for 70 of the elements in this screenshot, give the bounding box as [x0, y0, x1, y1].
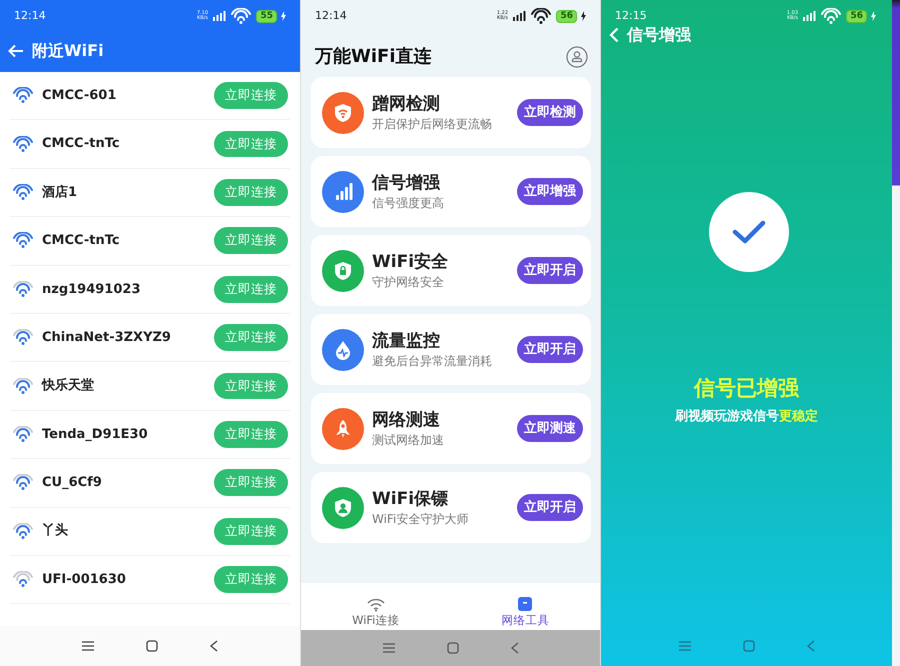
result-message: 刷视频玩游戏信号更稳定 [674, 408, 819, 426]
tool-card[interactable]: 信号增强 信号强度更高 立即增强 [311, 156, 591, 227]
tool-description: 开启保护后网络更流畅 [372, 116, 492, 132]
status-time: 12:14 [14, 8, 46, 24]
charging-icon [581, 11, 586, 21]
wifi-icon [366, 598, 385, 612]
back-icon[interactable] [210, 640, 218, 652]
network-name: 快乐天堂 [42, 376, 95, 396]
network-name: nzg19491023 [42, 280, 142, 298]
shield-wifi-icon [333, 102, 353, 122]
network-name: CMCC-tnTc [42, 232, 121, 250]
nav-tab[interactable]: 网络工具 [450, 583, 600, 630]
network-name: ChinaNet-3ZXYZ9 [42, 328, 172, 347]
tool-card[interactable]: WiFi安全 守护网络安全 立即开启 [311, 235, 591, 306]
status-time: 12:15 [615, 8, 647, 24]
wifi-status-icon [820, 8, 842, 24]
tool-description: 信号强度更高 [372, 194, 444, 212]
app-title: 万能WiFi直连 [315, 45, 432, 69]
back-arrow-icon[interactable] [8, 44, 24, 58]
network-name: 酒店1 [42, 184, 78, 202]
tool-card[interactable]: 网络测速 测试网络加速 立即测速 [311, 393, 591, 464]
signal-icon [513, 11, 526, 21]
battery-level: 56 [556, 10, 577, 22]
shield-person-icon [333, 498, 353, 518]
menu-icon[interactable] [82, 641, 94, 651]
charging-icon [281, 11, 286, 21]
action-button[interactable]: 立即测速 [517, 414, 583, 442]
tool-title: WiFi安全 [372, 250, 448, 272]
status-time: 12:14 [315, 8, 347, 24]
action-button[interactable]: 立即检测 [517, 98, 583, 126]
shield-lock-icon [333, 260, 353, 280]
network-name: CU_6Cf9 [42, 474, 103, 492]
rocket-icon [333, 418, 353, 438]
home-icon[interactable] [146, 640, 158, 652]
network-name: UFI-001630 [42, 570, 127, 589]
network-name: CMCC-tnTc [42, 135, 121, 154]
signal-bars-icon [333, 182, 353, 202]
profile-icon[interactable] [566, 46, 588, 68]
action-button[interactable]: 立即开启 [517, 336, 583, 364]
tool-card[interactable]: 蹭网检测 开启保护后网络更流畅 立即检测 [311, 77, 591, 148]
tool-description: WiFi安全守护大师 [372, 510, 468, 528]
tool-title: WiFi保镖 [372, 488, 450, 510]
network-name: Tenda_D91E30 [42, 426, 149, 444]
action-button[interactable]: 立即开启 [517, 256, 583, 284]
signal-icon [213, 11, 226, 21]
network-name: CMCC-601 [42, 86, 118, 105]
tool-title: 蹭网检测 [372, 92, 441, 114]
tool-title: 流量监控 [372, 330, 441, 352]
page-title: 信号增强 [627, 24, 691, 46]
signal-icon [803, 11, 816, 21]
wifi-status-icon [230, 8, 252, 24]
nav-tab[interactable]: WiFi连接 [301, 583, 450, 630]
toolbox-icon [517, 596, 534, 612]
tool-description: 避免后台异常流量消耗 [372, 352, 492, 370]
result-headline: 信号已增强 [692, 375, 800, 402]
action-button[interactable]: 立即开启 [517, 494, 583, 522]
page-title: 附近WiFi [32, 40, 104, 62]
charging-icon [871, 11, 876, 21]
tool-card[interactable]: 流量监控 避免后台异常流量消耗 立即开启 [311, 314, 591, 385]
droplet-icon [333, 340, 353, 360]
battery-level: 56 [846, 10, 867, 22]
network-name: 丫头 [42, 522, 69, 540]
battery-level: 55 [256, 10, 277, 22]
tool-description: 守护网络安全 [372, 274, 445, 290]
tool-title: 信号增强 [372, 172, 442, 194]
tool-description: 测试网络加速 [372, 432, 444, 448]
tool-title: 网络测速 [372, 408, 441, 430]
wifi-status-icon [530, 8, 552, 24]
action-button[interactable]: 立即增强 [517, 178, 583, 206]
tool-card[interactable]: WiFi保镖 WiFi安全守护大师 立即开启 [311, 472, 591, 543]
